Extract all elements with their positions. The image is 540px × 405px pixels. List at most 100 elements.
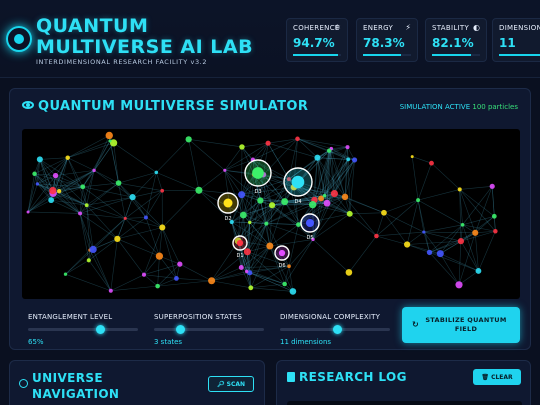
control-label: DIMENSIONAL COMPLEXITY — [280, 313, 381, 321]
superposition-slider[interactable] — [154, 325, 264, 334]
particle — [326, 148, 332, 153]
particle — [26, 210, 30, 214]
app-header: QUANTUM MULTIVERSE AI LAB INTERDIMENSION… — [0, 0, 540, 78]
particle — [289, 288, 297, 295]
quantum-logo-icon — [6, 26, 32, 52]
particle — [223, 168, 227, 172]
stat-value: 78.3% — [363, 36, 405, 50]
log-entries — [287, 401, 522, 405]
universe-label: D3 — [254, 189, 261, 195]
clear-label: CLEAR — [491, 373, 513, 381]
research-log-panel: RESEARCH LOG 🗑︎ CLEAR — [276, 360, 531, 405]
control-value: 11 dimensions — [280, 338, 332, 346]
scan-button[interactable]: 🔎︎ SCAN — [208, 376, 254, 392]
particle — [457, 238, 465, 245]
entanglement-control: ENTANGLEMENT LEVEL 65% — [28, 313, 138, 346]
multiverse-canvas[interactable]: D3 D4 D2 D5 D1 D6 — [22, 129, 520, 299]
simulator-panel: QUANTUM MULTIVERSE SIMULATOR SIMULATION … — [9, 88, 531, 350]
simulator-title: QUANTUM MULTIVERSE SIMULATOR — [22, 99, 308, 114]
navigation-title: UNIVERSE NAVIGATION — [32, 371, 120, 401]
particle — [416, 198, 421, 203]
slider-thumb[interactable] — [333, 325, 343, 334]
particle — [52, 172, 59, 179]
app-title: QUANTUM MULTIVERSE AI LAB — [36, 15, 254, 58]
particle — [238, 265, 244, 270]
universe-node-d2[interactable]: D2 — [217, 192, 239, 222]
particle — [243, 248, 251, 256]
particle — [65, 155, 70, 160]
particle — [160, 188, 165, 193]
particle — [154, 170, 159, 175]
particle — [141, 272, 147, 277]
particle — [323, 199, 331, 207]
stat-value: 94.7% — [293, 36, 335, 50]
particle — [159, 224, 166, 231]
particle — [404, 241, 411, 248]
particle — [346, 157, 351, 162]
control-value: 65% — [28, 338, 44, 346]
particle — [426, 249, 433, 256]
universe-node-d1[interactable]: D1 — [232, 235, 248, 259]
particle — [296, 222, 301, 227]
particle — [422, 230, 426, 234]
particle — [114, 235, 121, 243]
particle — [238, 191, 246, 199]
stat-label: DIMENSIONS — [499, 24, 540, 32]
universe-label: D4 — [294, 199, 301, 205]
particle — [108, 288, 113, 293]
stat-energy: ENERGY ⚡ 78.3% — [356, 18, 418, 62]
entanglement-slider[interactable] — [28, 325, 138, 334]
particle — [282, 281, 287, 287]
particle — [295, 136, 300, 142]
log-title: RESEARCH LOG — [299, 370, 407, 384]
stat-value: 11 — [499, 36, 516, 50]
atom-icon: ⚛ — [333, 23, 341, 32]
stabilize-field-button[interactable]: ↻ STABILIZE QUANTUM FIELD — [402, 307, 520, 343]
particle — [314, 154, 321, 161]
particle — [475, 268, 482, 274]
particle — [341, 193, 349, 201]
particle — [268, 202, 276, 209]
particle — [174, 276, 179, 281]
entanglement-links — [27, 135, 496, 292]
particle — [346, 210, 353, 217]
particle — [472, 229, 479, 236]
particle — [108, 139, 112, 143]
particle — [56, 189, 62, 194]
particle — [457, 187, 462, 192]
particle — [345, 269, 353, 276]
particle — [239, 211, 247, 219]
stat-bar — [363, 54, 411, 56]
particle — [115, 180, 122, 186]
stat-label: ENERGY — [363, 24, 394, 32]
complexity-slider[interactable] — [280, 325, 390, 334]
particle — [86, 258, 91, 263]
slider-thumb[interactable] — [176, 325, 186, 334]
particle — [195, 186, 203, 194]
particle — [244, 269, 249, 274]
particle — [374, 233, 379, 239]
simulation-status: SIMULATION ACTIVE 100 particles — [400, 103, 518, 111]
slider-thumb[interactable] — [95, 325, 105, 334]
particle — [155, 252, 164, 260]
universe-node-d3[interactable]: D3 — [244, 159, 272, 195]
particle — [49, 186, 57, 195]
control-value: 3 states — [154, 338, 183, 346]
particle — [410, 155, 414, 159]
particle — [208, 277, 216, 285]
simulator-title-text: QUANTUM MULTIVERSE SIMULATOR — [38, 99, 309, 114]
stat-stability: STABILITY ◐ 82.1% — [425, 18, 487, 62]
universe-label: D1 — [236, 253, 243, 259]
particle — [493, 229, 498, 234]
particle — [322, 193, 327, 198]
particle — [455, 281, 463, 289]
particle — [287, 264, 291, 269]
particle — [92, 168, 96, 173]
stat-bar — [499, 54, 540, 56]
particle — [32, 171, 37, 176]
particle — [491, 213, 497, 219]
clear-log-button[interactable]: 🗑︎ CLEAR — [473, 369, 521, 385]
stat-value: 82.1% — [432, 36, 474, 50]
particle-field[interactable]: D3 D4 D2 D5 D1 D6 — [22, 129, 520, 299]
refresh-icon: ↻ — [412, 320, 420, 329]
